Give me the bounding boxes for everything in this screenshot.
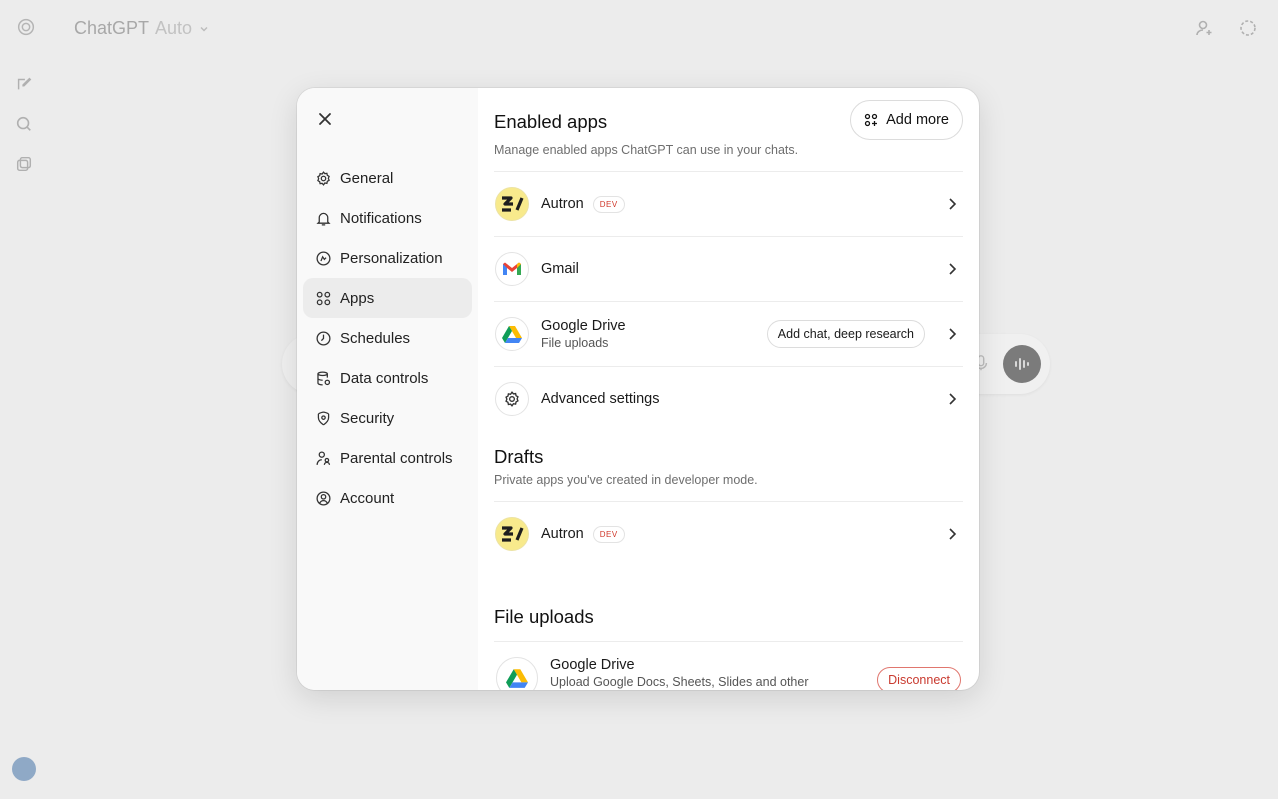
add-more-label: Add more — [886, 112, 949, 128]
model-selector[interactable]: ChatGPT Auto — [74, 18, 210, 39]
chevron-right-icon — [949, 198, 957, 210]
temporary-chat-icon[interactable] — [1238, 18, 1258, 38]
app-detail: Upload Google Docs, Sheets, Slides and o… — [550, 675, 809, 689]
google-drive-icon — [495, 317, 529, 351]
nav-item-label: Data controls — [340, 369, 429, 387]
nav-item-label: Parental controls — [340, 449, 453, 467]
gear-icon — [495, 382, 529, 416]
openai-logo-icon[interactable] — [15, 16, 37, 38]
advanced-settings-label: Advanced settings — [541, 391, 660, 407]
drafts-header: Drafts Private apps you've created in de… — [494, 431, 963, 501]
model-label: Auto — [155, 18, 193, 38]
app-row-gmail[interactable]: Gmail — [494, 236, 963, 301]
autron-logo-icon — [495, 187, 529, 221]
section-subtitle: Manage enabled apps ChatGPT can use in y… — [494, 143, 799, 157]
nav-item-label: Notifications — [340, 209, 422, 227]
chevron-right-icon — [949, 528, 957, 540]
google-drive-icon — [496, 657, 538, 690]
nav-item-apps[interactable]: Apps — [303, 278, 472, 318]
app-name-wrap: Google Drive File uploads — [541, 318, 626, 350]
waveform-icon — [1015, 358, 1029, 370]
nav-item-label: Account — [340, 489, 395, 507]
clock-icon — [316, 330, 331, 346]
personalization-icon — [316, 250, 331, 266]
chevron-right-icon — [949, 328, 957, 340]
close-icon — [319, 113, 331, 125]
app-name: Gmail — [541, 261, 579, 277]
nav-item-account[interactable]: Account — [303, 478, 472, 518]
app-name: Autron — [541, 526, 584, 542]
nav-item-personalization[interactable]: Personalization — [303, 238, 472, 278]
add-people-icon[interactable] — [1194, 18, 1214, 38]
app-name: Google Drive — [541, 318, 626, 334]
draft-row-autron[interactable]: Autron DEV — [494, 501, 963, 566]
disconnect-button[interactable]: Disconnect — [877, 667, 961, 690]
enabled-apps-header: Enabled apps Manage enabled apps ChatGPT… — [494, 88, 963, 171]
section-subtitle: Private apps you've created in developer… — [494, 473, 758, 487]
file-upload-row-google-drive: Google Drive Upload Google Docs, Sheets,… — [494, 641, 963, 690]
gmail-icon — [495, 252, 529, 286]
close-button[interactable] — [315, 109, 335, 129]
search-icon[interactable] — [15, 115, 33, 133]
nav-item-security[interactable]: Security — [303, 398, 472, 438]
library-icon[interactable] — [15, 155, 33, 173]
apps-add-icon — [864, 113, 878, 127]
nav-item-label: Security — [340, 409, 395, 427]
app-title: ChatGPT — [74, 18, 150, 38]
section-title: Enabled apps — [494, 111, 608, 132]
advanced-settings-row[interactable]: Advanced settings — [494, 366, 963, 431]
new-chat-icon[interactable] — [15, 75, 33, 93]
section-title: File uploads — [494, 606, 594, 627]
nav-item-general[interactable]: General — [303, 158, 472, 198]
dev-badge: DEV — [592, 195, 625, 213]
parental-icon — [316, 450, 331, 465]
app-name: Autron — [541, 196, 584, 212]
nav-item-schedules[interactable]: Schedules — [303, 318, 472, 358]
database-icon — [317, 370, 331, 386]
chevron-down-icon — [200, 26, 208, 32]
nav-item-data-controls[interactable]: Data controls — [303, 358, 472, 398]
nav-item-notifications[interactable]: Notifications — [303, 198, 472, 238]
bell-icon — [316, 212, 331, 226]
settings-nav: General Notifications Personalization Ap… — [297, 88, 478, 690]
voice-mode-button[interactable] — [1003, 345, 1041, 383]
app-detail: File uploads — [541, 336, 609, 350]
nav-item-label: Apps — [340, 289, 375, 307]
app-name: Google Drive — [550, 657, 635, 673]
apps-panel: Enabled apps Manage enabled apps ChatGPT… — [478, 88, 979, 690]
user-circle-icon — [316, 490, 331, 506]
shield-icon — [317, 410, 330, 425]
nav-item-label: Personalization — [340, 249, 443, 267]
chevron-right-icon — [949, 393, 957, 405]
section-title: Drafts — [494, 446, 544, 467]
gear-icon — [317, 170, 330, 186]
app-name-wrap: Google Drive Upload Google Docs, Sheets,… — [550, 657, 809, 689]
nav-item-label: Schedules — [340, 329, 411, 347]
nav-item-parental-controls[interactable]: Parental controls — [303, 438, 472, 478]
apps-grid-icon — [316, 291, 331, 305]
app-row-google-drive[interactable]: Google Drive File uploads Add chat, deep… — [494, 301, 963, 366]
nav-item-label: General — [340, 169, 394, 187]
add-more-button[interactable]: Add more — [850, 100, 963, 140]
capabilities-pill[interactable]: Add chat, deep research — [766, 320, 925, 348]
autron-logo-icon — [495, 517, 529, 551]
chevron-right-icon — [949, 263, 957, 275]
app-row-autron[interactable]: Autron DEV — [494, 171, 963, 236]
dev-badge: DEV — [592, 525, 625, 543]
settings-modal: General Notifications Personalization Ap… — [297, 88, 979, 690]
avatar[interactable] — [12, 757, 36, 781]
file-uploads-header: File uploads — [494, 566, 963, 641]
